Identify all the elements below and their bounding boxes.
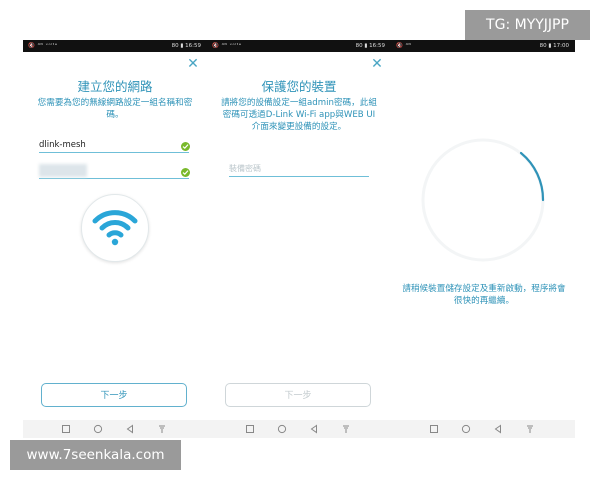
wifi-badge (81, 194, 149, 262)
home-icon[interactable] (277, 424, 287, 434)
admin-password-field[interactable]: 裝備密碼 (229, 160, 369, 177)
close-icon[interactable]: ✕ (187, 57, 199, 71)
check-icon (181, 168, 190, 177)
page-title: 保護您的裝置 (261, 79, 337, 94)
close-icon[interactable]: ✕ (371, 57, 383, 71)
status-bar: 🔇 ⁴ᴳ 80 ▮ 17:00 (391, 40, 575, 52)
loading-spinner-icon (421, 138, 545, 262)
home-icon[interactable] (93, 424, 103, 434)
notification-icon[interactable] (525, 424, 535, 434)
screen-protect-device: 🔇 ⁴ᴳ ᵛᵒˡᵗᵉ 80 ▮ 16:59 ✕ 保護您的裝置 請將您的設備設定一… (207, 40, 391, 438)
notification-icon[interactable] (341, 424, 351, 434)
home-icon[interactable] (461, 424, 471, 434)
status-right: 80 ▮ 16:59 (171, 43, 201, 49)
network-name-value: dlink-mesh (39, 140, 86, 150)
android-nav-bar (23, 420, 207, 438)
recent-apps-icon[interactable] (61, 424, 71, 434)
next-button[interactable]: 下一步 (41, 383, 187, 407)
status-left: 🔇 ⁴ᴳ ᵛᵒˡᵗᵉ (28, 43, 58, 49)
recent-apps-icon[interactable] (429, 424, 439, 434)
password-placeholder: 裝備密碼 (229, 164, 261, 173)
android-nav-bar (207, 420, 391, 438)
recent-apps-icon[interactable] (245, 424, 255, 434)
wifi-icon (92, 210, 138, 246)
status-left: 🔇 ⁴ᴳ (396, 43, 412, 49)
status-right: 80 ▮ 16:59 (355, 43, 385, 49)
network-name-field[interactable]: dlink-mesh (39, 136, 190, 153)
watermark-website: www.7seenkala.com (10, 440, 181, 470)
screen-saving: 🔇 ⁴ᴳ 80 ▮ 17:00 請稍候裝置儲存設定及重新啟動，程序將會很快的再繼… (391, 40, 575, 438)
back-icon[interactable] (125, 424, 135, 434)
page-description: 您需要為您的無線網路設定一組名稱和密碼。 (37, 98, 193, 120)
screen-create-network: 🔇 ⁴ᴳ ᵛᵒˡᵗᵉ 80 ▮ 16:59 ✕ 建立您的網路 您需要為您的無線網… (23, 40, 207, 438)
status-bar: 🔇 ⁴ᴳ ᵛᵒˡᵗᵉ 80 ▮ 16:59 (23, 40, 207, 52)
status-bar: 🔇 ⁴ᴳ ᵛᵒˡᵗᵉ 80 ▮ 16:59 (207, 40, 391, 52)
back-icon[interactable] (309, 424, 319, 434)
page-title: 建立您的網路 (77, 79, 153, 94)
next-button[interactable]: 下一步 (225, 383, 371, 407)
status-right: 80 ▮ 17:00 (539, 43, 569, 49)
watermark-telegram: TG: MYYJJPP (465, 10, 590, 40)
status-left: 🔇 ⁴ᴳ ᵛᵒˡᵗᵉ (212, 43, 242, 49)
notification-icon[interactable] (157, 424, 167, 434)
wait-message: 請稍候裝置儲存設定及重新啟動，程序將會很快的再繼續。 (402, 284, 566, 306)
network-password-field[interactable] (39, 162, 190, 179)
blurred-password (39, 164, 87, 177)
back-icon[interactable] (493, 424, 503, 434)
page-description: 請將您的設備設定一組admin密碼，此組密碼可透過D-Link Wi-Fi ap… (221, 98, 377, 132)
check-icon (181, 142, 190, 151)
android-nav-bar (391, 420, 575, 438)
